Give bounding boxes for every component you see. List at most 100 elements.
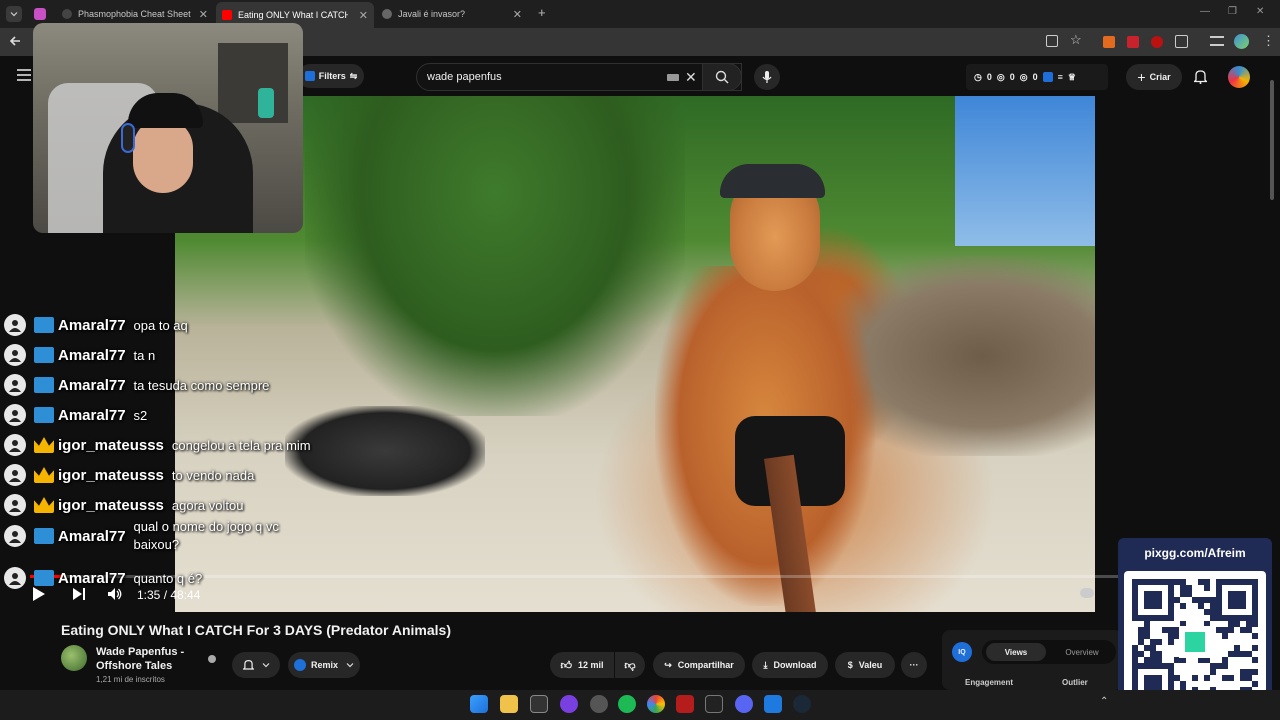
profile-avatar[interactable] <box>1234 34 1249 49</box>
thanks-button[interactable]: $ Valeu <box>835 652 895 678</box>
extension-counters: ◷ 0 ◎ 0 ◎ 0 ≡ ♕ <box>966 64 1108 90</box>
extensions-puzzle-icon[interactable] <box>1175 35 1188 48</box>
settings-app-icon[interactable] <box>590 695 608 713</box>
search-button[interactable] <box>702 63 742 91</box>
chat-message: Amaral77 quanto q é? <box>4 566 202 590</box>
steam-icon[interactable] <box>793 695 811 713</box>
autoplay-toggle[interactable] <box>1080 588 1094 598</box>
minimize-button[interactable]: — <box>1200 6 1210 17</box>
terminal-icon[interactable] <box>530 695 548 713</box>
thumbs-up-icon: 👍︎ <box>560 659 572 672</box>
tab-label: Phasmophobia Cheat Sheet <box>78 9 191 19</box>
video-frame-cap-top <box>720 164 825 198</box>
hamburger-menu-icon[interactable] <box>17 69 31 81</box>
windows-taskbar <box>0 690 1280 720</box>
chat-message: Amaral77 s2 <box>4 403 147 427</box>
search-input[interactable]: wade papenfus ✕ <box>416 63 742 91</box>
back-arrow-icon <box>9 36 20 46</box>
more-actions-button[interactable]: ··· <box>901 652 927 678</box>
clear-search-icon[interactable]: ✕ <box>685 69 697 86</box>
chat-username: igor_mateusss <box>58 466 164 484</box>
obs-record-icon[interactable] <box>676 695 694 713</box>
thumbs-down-icon: 👎︎ <box>624 659 636 672</box>
media-player-icon[interactable] <box>560 695 578 713</box>
extension-record-icon[interactable] <box>1151 36 1163 48</box>
remix-label: Remix <box>310 660 338 670</box>
new-tab-button[interactable]: + <box>538 5 546 20</box>
install-app-icon[interactable] <box>1046 35 1058 47</box>
video-frame-palm <box>305 96 685 416</box>
download-button[interactable]: ⤓ Download <box>752 652 828 678</box>
chat-message: igor_mateusss agora voltou <box>4 493 243 517</box>
tab-overview[interactable]: Overview <box>1052 643 1112 661</box>
notifications-bell-icon[interactable] <box>1194 69 1207 84</box>
plus-icon: + <box>1137 69 1146 85</box>
discord-icon[interactable] <box>735 695 753 713</box>
scrollbar-thumb[interactable] <box>1270 80 1274 200</box>
subscription-bell-button[interactable] <box>232 652 280 678</box>
dislike-button[interactable]: 👎︎ <box>615 652 645 678</box>
video-player[interactable] <box>175 96 1095 612</box>
tab-phasmophobia[interactable]: Phasmophobia Cheat Sheet ✕ <box>56 4 214 24</box>
close-icon[interactable]: ✕ <box>359 9 368 22</box>
camera-app-icon[interactable] <box>705 695 723 713</box>
tab-label: Javali é invasor? <box>398 9 466 19</box>
chat-text: agora voltou <box>171 497 244 513</box>
channel-avatar[interactable] <box>61 645 87 671</box>
page-scrollbar[interactable] <box>1270 60 1276 690</box>
close-icon[interactable]: ✕ <box>513 8 522 21</box>
counter-value: 0 <box>1032 72 1038 82</box>
list-icon[interactable]: ≡ <box>1058 72 1063 82</box>
file-explorer-icon[interactable] <box>500 695 518 713</box>
spotify-icon[interactable] <box>618 695 636 713</box>
system-tray-chevron-icon[interactable]: ⌃ <box>1100 696 1108 707</box>
chat-username: Amaral77 <box>58 527 126 545</box>
iq-logo-icon[interactable] <box>1042 72 1053 82</box>
chat-username: Amaral77 <box>58 376 126 394</box>
tab-group-icon[interactable] <box>34 8 46 20</box>
share-button[interactable]: ↪ Compartilhar <box>653 652 745 678</box>
remix-button[interactable]: Remix <box>288 652 360 678</box>
close-icon[interactable]: ✕ <box>199 8 208 21</box>
iq-logo-icon <box>293 659 306 671</box>
like-button[interactable]: 👍︎ 12 mil <box>550 652 614 678</box>
iq-logo: IQ <box>952 642 972 662</box>
chat-username: Amaral77 <box>58 316 126 334</box>
chat-text: qual o nome do jogo q vc baixou? <box>133 519 279 552</box>
voice-search-button[interactable] <box>754 64 780 90</box>
chat-username: Amaral77 <box>58 406 126 424</box>
clock-icon: ◷ <box>974 71 982 82</box>
maximize-button[interactable]: ❐ <box>1228 6 1237 17</box>
extension-fox-icon[interactable] <box>1103 36 1115 48</box>
tab-views[interactable]: Views <box>986 643 1046 661</box>
filters-button[interactable]: Filters ⇋ <box>298 64 364 88</box>
back-button[interactable] <box>8 34 22 48</box>
globe-icon <box>382 9 392 19</box>
extension-red-icon[interactable] <box>1127 36 1139 48</box>
chrome-icon[interactable] <box>647 695 665 713</box>
teams-icon[interactable] <box>764 695 782 713</box>
crown-badge-icon <box>34 467 54 483</box>
close-window-button[interactable]: ✕ <box>1256 6 1264 17</box>
tab-search-button[interactable] <box>6 6 22 22</box>
windows-start-icon[interactable] <box>470 695 488 713</box>
sliders-icon: ⇋ <box>349 70 358 81</box>
create-button[interactable]: + Criar <box>1126 64 1182 90</box>
user-avatar[interactable] <box>1228 66 1250 88</box>
search-icon <box>715 70 729 84</box>
chat-avatar <box>4 494 26 516</box>
channel-name[interactable]: Wade Papenfus - Offshore Tales <box>96 645 206 673</box>
browser-menu-icon[interactable]: ⋮ <box>1262 33 1275 49</box>
chat-username: Amaral77 <box>58 346 126 364</box>
chevron-down-icon <box>346 663 354 668</box>
bookmark-star-icon[interactable]: ☆ <box>1070 32 1082 48</box>
search-query: wade papenfus <box>427 71 502 83</box>
chat-message: igor_mateusss to vendo nada <box>4 463 254 487</box>
iq-logo-icon <box>304 71 315 81</box>
keyboard-icon[interactable] <box>667 74 679 81</box>
tab-javali[interactable]: Javali é invasor? ✕ <box>376 4 528 24</box>
chat-avatar <box>4 344 26 366</box>
counter-value: 0 <box>1009 72 1015 82</box>
trophy-icon[interactable]: ♕ <box>1068 72 1076 83</box>
reading-list-icon[interactable] <box>1210 36 1224 46</box>
